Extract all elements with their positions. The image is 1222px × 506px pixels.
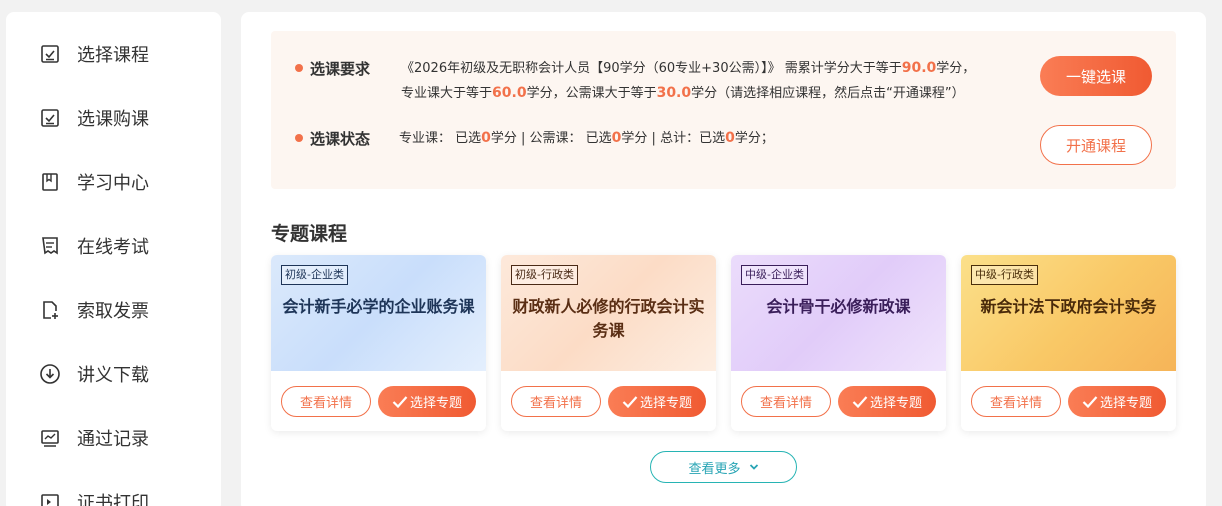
sidebar-item-label: 选择课程 [77, 45, 149, 66]
status-label: 选课状态 [310, 130, 371, 148]
section-title: 专题课程 [271, 223, 348, 245]
selected-public-credits: 0 [611, 130, 622, 146]
chevron-down-icon [749, 463, 759, 471]
select-topic-button[interactable]: 选择专题 [838, 386, 936, 417]
required-total-credits: 90.0 [901, 60, 937, 76]
status-text: 专业课： 已选 [399, 131, 482, 146]
check-icon [1082, 395, 1098, 409]
sidebar-item-label: 在线考试 [77, 237, 149, 258]
sidebar-item-label: 学习中心 [77, 173, 149, 194]
view-details-button[interactable]: 查看详情 [971, 386, 1061, 417]
card-title: 财政新人必修的行政会计实务课 [512, 297, 705, 340]
sidebar: 选择课程 选课购课 学习中心 在线考试 索取发票 讲义下载 通过记录 证书打印 [6, 12, 221, 506]
topic-card: 初级-企业类 会计新手必学的企业账务课 查看详情 选择专题 [271, 255, 486, 431]
requirement-line-1: 《2026年初级及无职称会计人员【90学分（60专业+30公需）】》 需累计学分… [401, 58, 975, 79]
check-icon [622, 395, 638, 409]
topic-card: 中级-行政类 新会计法下政府会计实务 查看详情 选择专题 [961, 255, 1176, 431]
selected-major-credits: 0 [481, 130, 491, 146]
sidebar-item-buy-course[interactable]: 选课购课 [6, 98, 221, 138]
sidebar-item-certificate-print[interactable]: 证书打印 [6, 482, 221, 506]
sidebar-item-select-course[interactable]: 选择课程 [6, 34, 221, 74]
open-course-button[interactable]: 开通课程 [1040, 125, 1152, 165]
status-text: 学分； [734, 131, 774, 146]
sidebar-item-label: 选课购课 [77, 109, 149, 130]
bullet-dot-icon [295, 64, 303, 72]
exam-icon [39, 235, 61, 257]
requirement-text: 专业课大于等于 [401, 86, 493, 101]
required-major-credits: 60.0 [492, 85, 527, 101]
requirement-text: 《2026年初级及无职称会计人员【90学分（60专业+30公需）】》 需累计学分… [401, 61, 902, 76]
requirement-label: 选课要求 [310, 60, 371, 78]
bullet-dot-icon [295, 134, 303, 142]
view-more-label: 查看更多 [688, 461, 741, 477]
select-topic-button[interactable]: 选择专题 [378, 386, 476, 417]
card-title: 新会计法下政府会计实务 [980, 297, 1157, 316]
topic-card: 初级-行政类 财政新人必修的行政会计实务课 查看详情 选择专题 [501, 255, 716, 431]
sidebar-item-label: 通过记录 [77, 429, 149, 450]
sidebar-item-download[interactable]: 讲义下载 [6, 354, 221, 394]
requirement-line-2: 专业课大于等于60.0学分，公需课大于等于30.0学分（请选择相应课程，然后点击… [401, 83, 965, 104]
card-title: 会计骨干必修新政课 [766, 297, 911, 316]
invoice-add-icon [39, 299, 61, 321]
card-banner: 中级-企业类 会计骨干必修新政课 [731, 255, 946, 371]
view-more-button[interactable]: 查看更多 [650, 451, 797, 483]
one-click-select-button[interactable]: 一键选课 [1040, 56, 1152, 96]
sidebar-item-label: 索取发票 [77, 301, 149, 322]
card-tag: 初级-企业类 [281, 265, 348, 285]
checkbox-icon [39, 43, 61, 65]
chart-record-icon [39, 427, 61, 449]
checkbox-icon [39, 107, 61, 129]
requirement-text: 学分（请选择相应课程，然后点击“开通课程”） [691, 86, 965, 101]
bookmark-icon [39, 171, 61, 193]
download-icon [39, 363, 61, 385]
course-requirements-box: 选课要求 《2026年初级及无职称会计人员【90学分（60专业+30公需）】》 … [271, 31, 1176, 189]
check-icon [392, 395, 408, 409]
card-title: 会计新手必学的企业账务课 [282, 297, 475, 316]
select-topic-button[interactable]: 选择专题 [608, 386, 706, 417]
card-tag: 中级-行政类 [971, 265, 1038, 285]
print-icon [39, 491, 61, 506]
sidebar-item-label: 证书打印 [77, 493, 149, 506]
main-panel: 选课要求 《2026年初级及无职称会计人员【90学分（60专业+30公需）】》 … [241, 12, 1206, 506]
view-details-button[interactable]: 查看详情 [281, 386, 371, 417]
select-topic-label: 选择专题 [639, 396, 692, 411]
selection-status: 专业课： 已选0学分 | 公需课： 已选0学分 | 总计：已选0学分； [399, 128, 774, 149]
view-details-button[interactable]: 查看详情 [741, 386, 831, 417]
card-tag: 初级-行政类 [511, 265, 578, 285]
card-banner: 中级-行政类 新会计法下政府会计实务 [961, 255, 1176, 371]
sidebar-item-online-exam[interactable]: 在线考试 [6, 226, 221, 266]
status-text: 学分 | 公需课： 已选 [490, 131, 612, 146]
card-tag: 中级-企业类 [741, 265, 808, 285]
sidebar-item-learning-center[interactable]: 学习中心 [6, 162, 221, 202]
view-details-button[interactable]: 查看详情 [511, 386, 601, 417]
required-public-credits: 30.0 [656, 85, 692, 101]
sidebar-item-invoice[interactable]: 索取发票 [6, 290, 221, 330]
selected-total-credits: 0 [725, 130, 735, 146]
requirement-text: 学分，公需课大于等于 [526, 86, 657, 101]
topic-card: 中级-企业类 会计骨干必修新政课 查看详情 选择专题 [731, 255, 946, 431]
sidebar-item-records[interactable]: 通过记录 [6, 418, 221, 458]
sidebar-item-label: 讲义下载 [77, 365, 149, 386]
select-topic-label: 选择专题 [409, 396, 462, 411]
card-banner: 初级-企业类 会计新手必学的企业账务课 [271, 255, 486, 371]
status-text: 学分 | 总计：已选 [621, 131, 726, 146]
check-icon [852, 395, 868, 409]
select-topic-label: 选择专题 [1099, 396, 1152, 411]
select-topic-label: 选择专题 [869, 396, 922, 411]
requirement-text: 学分， [936, 61, 976, 76]
select-topic-button[interactable]: 选择专题 [1068, 386, 1166, 417]
card-banner: 初级-行政类 财政新人必修的行政会计实务课 [501, 255, 716, 371]
